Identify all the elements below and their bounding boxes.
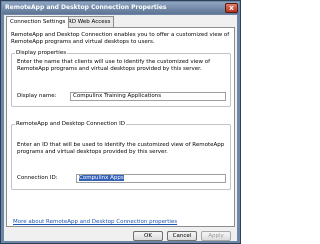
connection-id-title: RemoteApp and Desktop Connection ID xyxy=(15,121,126,128)
cancel-button[interactable]: Cancel xyxy=(167,231,197,241)
display-name-label: Display name: xyxy=(17,93,57,99)
display-properties-title: Display properties xyxy=(15,50,68,57)
connection-id-value: Compulinx Apps xyxy=(79,175,124,181)
display-properties-group: Display properties Enter the name that c… xyxy=(11,50,231,107)
connection-id-group: RemoteApp and Desktop Connection ID Ente… xyxy=(11,121,231,190)
tab-rd-web-access[interactable]: RD Web Access xyxy=(64,16,115,27)
window-title: RemoteApp and Desktop Connection Propert… xyxy=(5,4,167,11)
tab-connection-settings[interactable]: Connection Settings xyxy=(6,16,70,28)
display-properties-description: Enter the name that clients will use to … xyxy=(17,59,211,72)
tab-panel: RemoteApp and Desktop Connection enables… xyxy=(6,27,235,227)
connection-id-label: Connection ID: xyxy=(17,175,58,181)
apply-button[interactable]: Apply xyxy=(201,231,231,241)
connection-id-field[interactable]: Compulinx Apps xyxy=(76,174,226,183)
ok-button[interactable]: OK xyxy=(133,231,163,241)
help-link[interactable]: More about RemoteApp and Desktop Connect… xyxy=(13,219,177,225)
title-bar: RemoteApp and Desktop Connection Propert… xyxy=(2,2,239,14)
properties-dialog: RemoteApp and Desktop Connection Propert… xyxy=(0,0,241,244)
close-button[interactable]: x xyxy=(225,3,238,13)
display-name-field[interactable]: Compulinx Training Applications xyxy=(70,92,226,101)
dialog-client-area: Connection Settings RD Web Access Remote… xyxy=(4,15,237,241)
close-icon: x xyxy=(229,4,234,12)
display-name-value: Compulinx Training Applications xyxy=(73,93,162,99)
intro-text: RemoteApp and Desktop Connection enables… xyxy=(11,32,230,45)
connection-id-description: Enter an ID that will be used to identif… xyxy=(17,142,225,155)
